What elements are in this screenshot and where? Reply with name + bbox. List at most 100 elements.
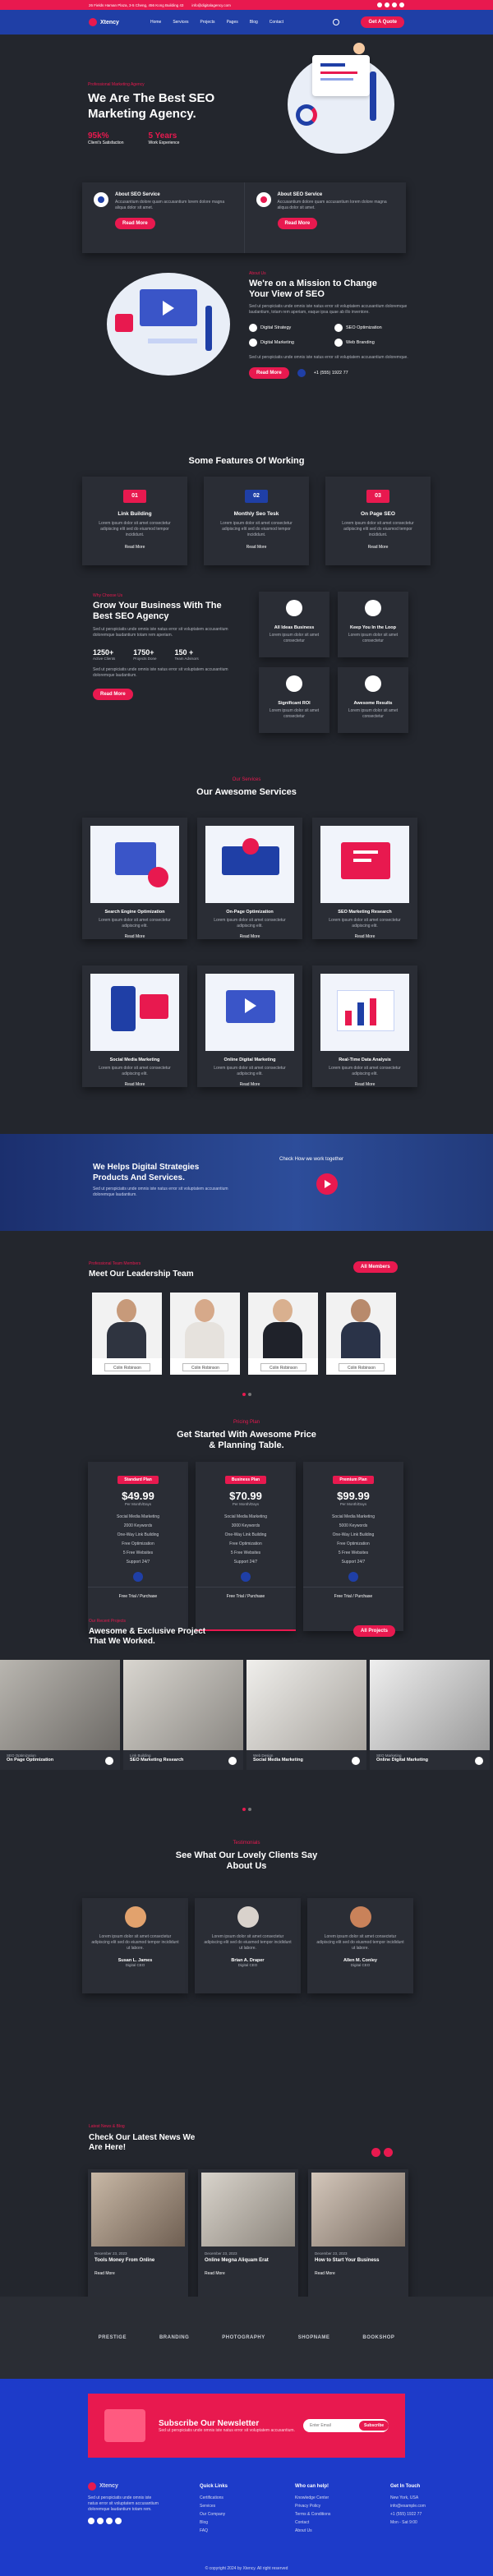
- mission-read-more-button[interactable]: Read More: [249, 367, 289, 379]
- nav-home[interactable]: Home: [150, 20, 161, 25]
- service-text: Lorem ipsum dolor sit amet consectetur a…: [214, 918, 286, 929]
- plan-trial-button[interactable]: Free Trial / Purchase: [196, 1587, 296, 1599]
- branding-icon: [334, 339, 343, 347]
- pagination-dot[interactable]: [248, 1808, 251, 1811]
- footer-link[interactable]: Our Company: [200, 2510, 257, 2518]
- feature-read-more-link[interactable]: Read More: [204, 545, 309, 550]
- project-card[interactable]: SEO Marketing Online Digital Marketing: [370, 1660, 490, 1770]
- linkedin-icon[interactable]: [399, 2, 404, 7]
- search-icon[interactable]: [333, 19, 340, 25]
- brand-logo[interactable]: Xtency: [89, 18, 119, 26]
- get-quote-button[interactable]: Get A Quote: [361, 16, 404, 28]
- project-card[interactable]: Link Building SEO Marketing Research: [123, 1660, 243, 1770]
- about-read-more-button[interactable]: Read More: [115, 218, 155, 229]
- nav-projects[interactable]: Projects: [200, 20, 215, 25]
- newsletter-email-input[interactable]: [310, 2423, 359, 2428]
- project-card[interactable]: SEO Optimization On Page Optimization: [0, 1660, 120, 1770]
- linkedin-icon[interactable]: [115, 2518, 122, 2524]
- service-read-more-link[interactable]: Read More: [90, 1082, 179, 1087]
- service-read-more-link[interactable]: Read More: [205, 1082, 294, 1087]
- news-label: Latest News & Blog: [89, 2124, 125, 2129]
- all-members-button[interactable]: All Members: [353, 1261, 398, 1273]
- footer-link[interactable]: Knowledge Center: [295, 2494, 352, 2502]
- facebook-icon[interactable]: [377, 2, 382, 7]
- news-card[interactable]: December 23, 2023 How to Start Your Busin…: [308, 2169, 408, 2302]
- about-read-more-button[interactable]: Read More: [277, 218, 318, 229]
- main-nav: Xtency Home Services Projects Pages Blog…: [0, 10, 493, 35]
- mission-text: Sed ut perspiciatis unde omnis iste natu…: [249, 304, 408, 315]
- nav-contact[interactable]: Contact: [270, 20, 283, 25]
- nav-blog[interactable]: Blog: [250, 20, 258, 25]
- mission-phone[interactable]: +1 (555) 1922 77: [314, 371, 348, 376]
- service-read-more-link[interactable]: Read More: [320, 934, 409, 939]
- pricing-title-line1: Get Started With Awesome Price: [177, 1430, 316, 1440]
- facebook-icon[interactable]: [88, 2518, 94, 2524]
- service-read-more-link[interactable]: Read More: [320, 1082, 409, 1087]
- plan-arrow-icon[interactable]: [348, 1572, 358, 1582]
- nav-pages[interactable]: Pages: [227, 20, 238, 25]
- footer-link[interactable]: FAQ: [200, 2527, 257, 2535]
- plan-trial-button[interactable]: Free Trial / Purchase: [88, 1587, 188, 1599]
- feature-read-more-link[interactable]: Read More: [82, 545, 187, 550]
- service-title: On-Page Optimization: [226, 910, 274, 915]
- pricing-plan: Standard Plan $49.99 Per Month/Days Social …: [88, 1462, 188, 1631]
- team-member-card[interactable]: Colin Robinson: [170, 1293, 240, 1375]
- feature-read-more-link[interactable]: Read More: [325, 545, 431, 550]
- subscribe-button[interactable]: Subscribe: [359, 2421, 389, 2431]
- footer-link[interactable]: Blog: [200, 2518, 257, 2527]
- arrow-icon[interactable]: [475, 1757, 483, 1765]
- plan-tag: Premium Plan: [333, 1476, 374, 1484]
- footer-quick-links: Quick Links Certifications Services Our Com…: [200, 2482, 257, 2535]
- pricing-title-line2: & Planning Table.: [209, 1440, 284, 1450]
- about-card: About SEO Service Accusantium dolore qua…: [245, 182, 407, 253]
- team-member-card[interactable]: Colin Robinson: [326, 1293, 396, 1375]
- footer-contact-item[interactable]: info@example.com: [390, 2502, 448, 2510]
- news-read-more-link[interactable]: Read More: [94, 2271, 182, 2276]
- footer-link[interactable]: Services: [200, 2502, 257, 2510]
- news-read-more-link[interactable]: Read More: [315, 2271, 402, 2276]
- plan-arrow-icon[interactable]: [133, 1572, 143, 1582]
- footer-link[interactable]: Privacy Policy: [295, 2502, 352, 2510]
- project-title: On Page Optimization: [7, 1758, 54, 1763]
- next-arrow-icon[interactable]: [384, 2148, 393, 2157]
- grow-label: Why Choose Us: [93, 593, 123, 598]
- service-read-more-link[interactable]: Read More: [205, 934, 294, 939]
- footer-link[interactable]: About Us: [295, 2527, 352, 2535]
- email-text[interactable]: info@digitalagency.com: [191, 3, 231, 7]
- news-card[interactable]: December 23, 2023 Online Megna Aliquam Er…: [198, 2169, 298, 2302]
- news-meta: December 23, 2023: [315, 2251, 348, 2256]
- pagination-dot[interactable]: [242, 1808, 246, 1811]
- plan-arrow-icon[interactable]: [241, 1572, 251, 1582]
- project-card[interactable]: Web Design Social Media Marketing: [246, 1660, 366, 1770]
- news-read-more-link[interactable]: Read More: [205, 2271, 292, 2276]
- footer-link[interactable]: Terms & Conditions: [295, 2510, 352, 2518]
- feature-title: On Page SEO: [361, 511, 395, 517]
- services-label: Our Services: [232, 777, 261, 782]
- footer-contact-item[interactable]: +1 (555) 1922 77: [390, 2510, 448, 2518]
- marketing-icon: [249, 339, 257, 347]
- grow-read-more-button[interactable]: Read More: [93, 689, 133, 700]
- plan-period: Per Month/Days: [124, 1502, 152, 1506]
- service-illustration: [205, 826, 294, 903]
- pagination-dot[interactable]: [248, 1393, 251, 1396]
- all-projects-button[interactable]: All Projects: [353, 1625, 396, 1637]
- twitter-icon[interactable]: [385, 2, 389, 7]
- footer-link[interactable]: Contact: [295, 2518, 352, 2527]
- team-member-card[interactable]: Colin Robinson: [92, 1293, 162, 1375]
- instagram-icon[interactable]: [106, 2518, 113, 2524]
- arrow-icon[interactable]: [352, 1757, 360, 1765]
- news-card[interactable]: December 23, 2023 Tools Money From Online…: [88, 2169, 188, 2302]
- brand-logo-item: BOOKSHOP: [362, 2335, 395, 2340]
- twitter-icon[interactable]: [97, 2518, 104, 2524]
- service-read-more-link[interactable]: Read More: [90, 934, 179, 939]
- play-icon[interactable]: [316, 1173, 338, 1195]
- instagram-icon[interactable]: [392, 2, 397, 7]
- plan-trial-button[interactable]: Free Trial / Purchase: [303, 1587, 403, 1599]
- pagination-dot[interactable]: [242, 1393, 246, 1396]
- prev-arrow-icon[interactable]: [371, 2148, 380, 2157]
- team-member-card[interactable]: Colin Robinson: [248, 1293, 318, 1375]
- nav-services[interactable]: Services: [173, 20, 188, 25]
- arrow-icon[interactable]: [228, 1757, 237, 1765]
- arrow-icon[interactable]: [105, 1757, 113, 1765]
- footer-link[interactable]: Certifications: [200, 2494, 257, 2502]
